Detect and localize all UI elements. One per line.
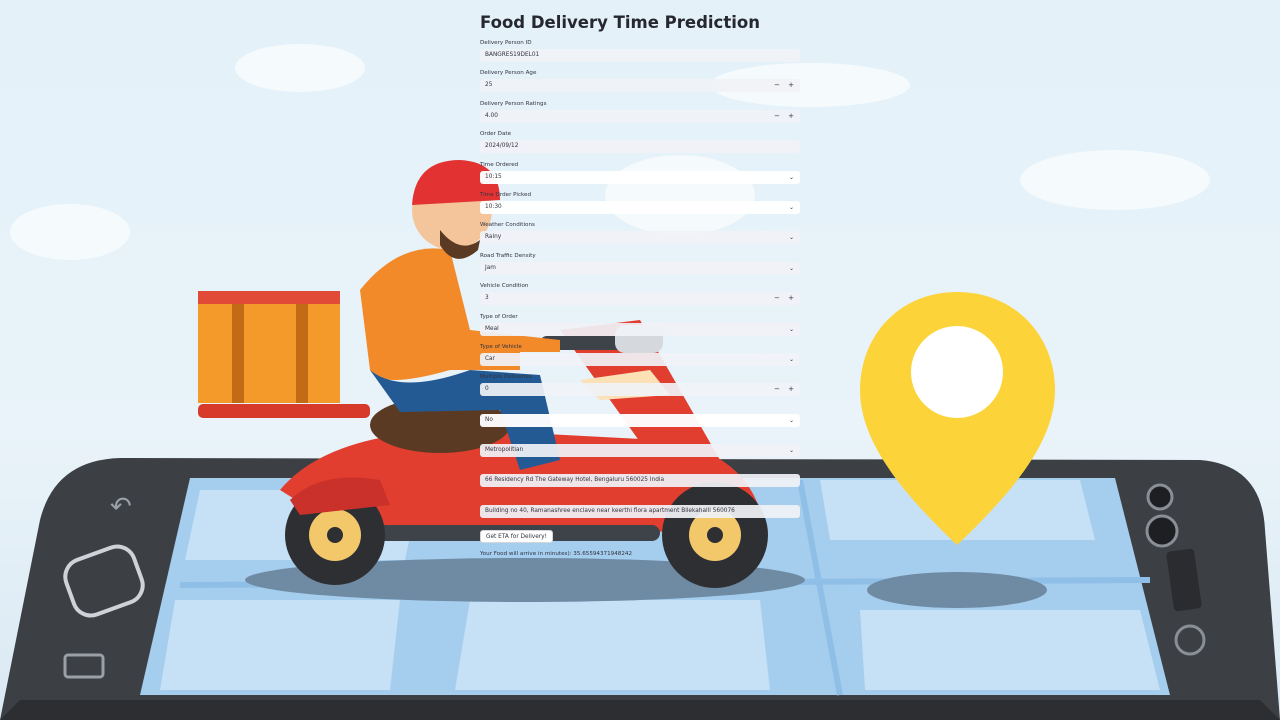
festival-select[interactable]: No ⌄ — [480, 413, 800, 427]
select-value: 10:30 — [485, 203, 502, 210]
chevron-down-icon: ⌄ — [788, 447, 794, 455]
field-label: Type of Order — [480, 313, 518, 320]
select-value: 10:15 — [485, 173, 502, 180]
prediction-result: Your Food will arrive in minutes): 35.65… — [480, 551, 633, 557]
field-label: Weather Conditions — [480, 222, 535, 229]
input-value: 0 — [485, 386, 489, 393]
chevron-down-icon: ⌄ — [788, 355, 794, 363]
delivery-person-id-input[interactable]: BANGRES19DEL01 — [480, 49, 800, 62]
input-value: BANGRES19DEL01 — [485, 52, 540, 58]
select-value: Rainy — [485, 234, 502, 241]
increment-button[interactable]: + — [785, 79, 797, 92]
field-label: Time Order Picked — [480, 191, 532, 198]
select-value: No — [485, 416, 493, 423]
multiple-deliveries-input[interactable]: 0 − + — [480, 383, 800, 397]
increment-button[interactable]: + — [785, 383, 797, 396]
svg-text:↶: ↶ — [110, 492, 132, 522]
chevron-down-icon: ⌄ — [788, 325, 794, 333]
field-delivery-person-id: Delivery Person ID BANGRES19DEL01 — [480, 39, 800, 69]
field-label: Vehicle Condition — [480, 283, 529, 290]
field-label: Multiple Deliveries — [480, 374, 532, 381]
field-time-order-picked: Time Order Picked 10:30 ⌄ — [480, 191, 800, 221]
field-label — [480, 434, 800, 443]
chevron-down-icon: ⌄ — [788, 416, 794, 424]
input-value: 3 — [485, 295, 489, 302]
field-multiple-deliveries: Multiple Deliveries 0 − + — [480, 373, 800, 403]
time-ordered-select[interactable]: 10:15 ⌄ — [480, 170, 800, 184]
field-festival: No ⌄ — [480, 404, 800, 434]
delivery-person-age-input[interactable]: 25 − + — [480, 79, 800, 93]
delivery-person-ratings-input[interactable]: 4.00 − + — [480, 109, 800, 123]
select-value: Metropolitian — [485, 447, 524, 454]
decrement-button[interactable]: − — [771, 79, 783, 92]
type-of-order-select[interactable]: Meal ⌄ — [480, 322, 800, 336]
weather-conditions-select[interactable]: Rainy ⌄ — [480, 231, 800, 245]
field-delivery-person-ratings: Delivery Person Ratings 4.00 − + — [480, 100, 800, 130]
field-time-ordered: Time Ordered 10:15 ⌄ — [480, 161, 800, 191]
field-city: Metropolitian ⌄ — [480, 434, 800, 464]
get-eta-button[interactable]: Get ETA for Delivery! — [480, 530, 553, 543]
road-traffic-density-select[interactable]: Jam ⌄ — [480, 261, 800, 275]
city-select[interactable]: Metropolitian ⌄ — [480, 444, 800, 458]
input-value: 25 — [485, 82, 493, 89]
field-label: Order Date — [480, 131, 512, 138]
page-title: Food Delivery Time Prediction — [480, 13, 760, 32]
decrement-button[interactable]: − — [771, 292, 783, 305]
field-type-of-order: Type of Order Meal ⌄ — [480, 313, 800, 343]
select-value: Meal — [485, 325, 499, 332]
input-value: Building no 40, Ramanashree enclave near… — [485, 507, 735, 514]
increment-button[interactable]: + — [785, 110, 797, 123]
pickup-address-input[interactable]: 66 Residency Rd The Gateway Hotel, Benga… — [480, 474, 800, 488]
increment-button[interactable]: + — [785, 292, 797, 305]
chevron-down-icon: ⌄ — [788, 234, 794, 242]
decrement-button[interactable]: − — [771, 110, 783, 123]
chevron-down-icon: ⌄ — [788, 173, 794, 181]
field-drop-address: Building no 40, Ramanashree enclave near… — [480, 495, 800, 525]
drop-address-input[interactable]: Building no 40, Ramanashree enclave near… — [480, 504, 800, 518]
chevron-down-icon: ⌄ — [788, 203, 794, 211]
time-order-picked-select[interactable]: 10:30 ⌄ — [480, 200, 800, 214]
field-label: Road Traffic Density — [480, 252, 536, 259]
field-order-date: Order Date 2024/09/12 — [480, 130, 800, 160]
vehicle-condition-input[interactable]: 3 − + — [480, 292, 800, 306]
select-value: Car — [485, 355, 495, 362]
input-value: 4.00 — [485, 112, 498, 119]
decrement-button[interactable]: − — [771, 383, 783, 396]
field-type-of-vehicle: Type of Vehicle Car ⌄ — [480, 343, 800, 373]
field-label: Delivery Person Age — [480, 70, 537, 77]
field-label: Type of Vehicle — [480, 343, 522, 350]
field-label — [480, 404, 800, 413]
field-road-traffic-density: Road Traffic Density Jam ⌄ — [480, 252, 800, 282]
field-label: Time Ordered — [480, 161, 519, 168]
input-value: 66 Residency Rd The Gateway Hotel, Benga… — [485, 477, 665, 484]
field-weather-conditions: Weather Conditions Rainy ⌄ — [480, 221, 800, 251]
field-label — [480, 495, 800, 504]
field-label: Delivery Person Ratings — [480, 100, 547, 107]
order-date-input[interactable]: 2024/09/12 — [480, 140, 800, 154]
field-label — [480, 464, 800, 473]
prediction-form: Food Delivery Time Prediction Delivery P… — [480, 10, 800, 557]
field-pickup-address: 66 Residency Rd The Gateway Hotel, Benga… — [480, 464, 800, 494]
field-vehicle-condition: Vehicle Condition 3 − + — [480, 282, 800, 312]
select-value: Jam — [485, 264, 496, 271]
field-label: Delivery Person ID — [480, 40, 532, 46]
field-delivery-person-age: Delivery Person Age 25 − + — [480, 69, 800, 99]
input-value: 2024/09/12 — [485, 143, 519, 150]
chevron-down-icon: ⌄ — [788, 264, 794, 272]
type-of-vehicle-select[interactable]: Car ⌄ — [480, 352, 800, 366]
